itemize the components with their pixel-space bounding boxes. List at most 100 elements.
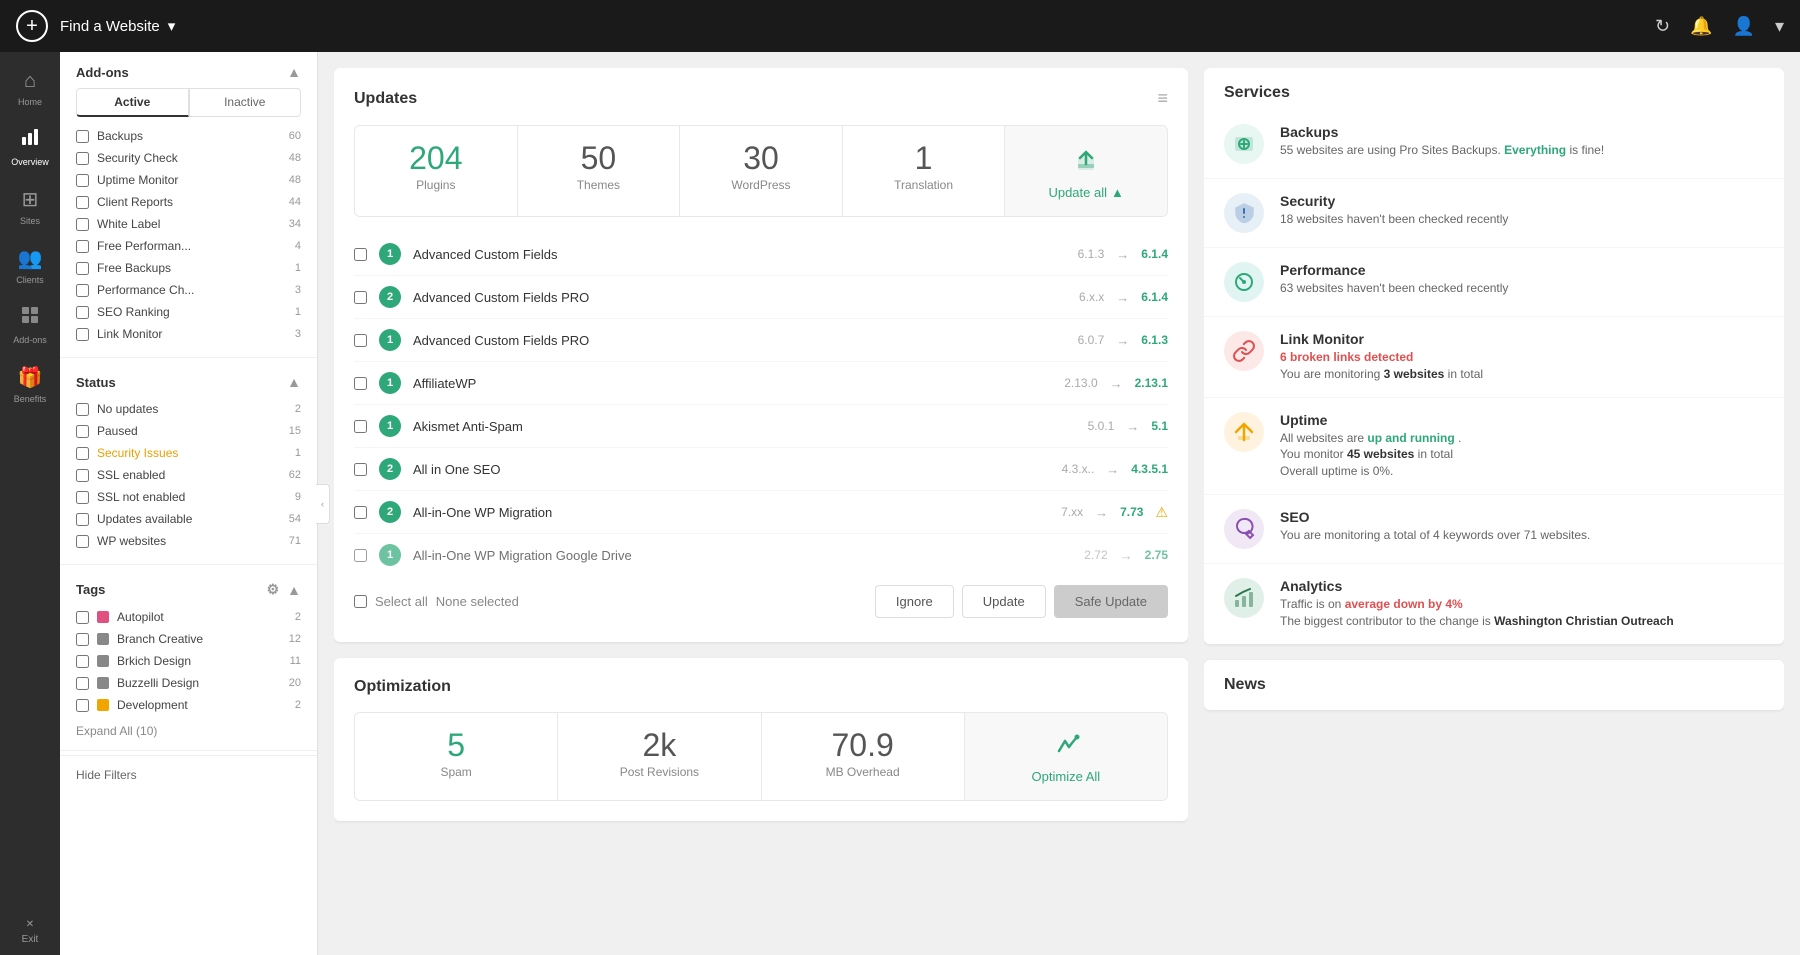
update-arrow-4: →	[1110, 376, 1123, 391]
updates-footer: Select all None selected Ignore Update S…	[354, 573, 1168, 622]
bell-icon[interactable]: 🔔	[1690, 16, 1712, 37]
sidebar-item-benefits[interactable]: 🎁 Benefits	[0, 355, 60, 414]
service-seo: SEO You are monitoring a total of 4 keyw…	[1204, 495, 1784, 564]
update-row-checkbox-6[interactable]	[354, 463, 367, 476]
hide-filters-button[interactable]: Hide Filters	[60, 755, 317, 794]
filter-tag-buzzelli-checkbox[interactable]	[76, 677, 89, 690]
clients-label: Clients	[16, 275, 44, 285]
optimize-all-button[interactable]: Optimize All	[1032, 769, 1101, 784]
stat-wordpress[interactable]: 30 WordPress	[680, 126, 843, 216]
update-row-checkbox-5[interactable]	[354, 420, 367, 433]
filter-security-issues-checkbox[interactable]	[76, 447, 89, 460]
update-row-checkbox-4[interactable]	[354, 377, 367, 390]
filter-updates-available-checkbox[interactable]	[76, 513, 89, 526]
update-row-checkbox-8[interactable]	[354, 549, 367, 562]
filter-tag-brkich: Brkich Design 11	[76, 650, 301, 672]
sidebar-item-clients[interactable]: 👥 Clients	[0, 236, 60, 295]
optimization-card: Optimization 5 Spam 2k Post Revisions 70…	[334, 658, 1188, 821]
service-link-monitor: Link Monitor 6 broken links detected You…	[1204, 317, 1784, 398]
sidebar-item-home[interactable]: ⌂ Home	[0, 60, 60, 117]
filter-link-monitor-checkbox[interactable]	[76, 328, 89, 341]
main-layout: ⌂ Home Overview ⊞ Sites 👥 Clients	[0, 52, 1800, 955]
filter-tag-branch-checkbox[interactable]	[76, 633, 89, 646]
filter-wp-websites-checkbox[interactable]	[76, 535, 89, 548]
update-row-checkbox-2[interactable]	[354, 291, 367, 304]
filter-tag-autopilot-checkbox[interactable]	[76, 611, 89, 624]
home-icon: ⌂	[24, 70, 36, 93]
active-tab[interactable]: Active	[76, 88, 189, 117]
select-all-label: Select all	[375, 594, 428, 609]
link-monitor-count: 3 websites	[1384, 367, 1445, 381]
sidebar-item-overview[interactable]: Overview	[0, 117, 60, 177]
filter-free-backups: Free Backups 1	[76, 257, 301, 279]
safe-update-button[interactable]: Safe Update	[1054, 585, 1168, 618]
filter-uptime-checkbox[interactable]	[76, 174, 89, 187]
status-collapse-icon[interactable]: ▲	[287, 374, 301, 390]
analytics-site: Washington Christian Outreach	[1494, 614, 1674, 628]
select-all-checkbox[interactable]	[354, 595, 367, 608]
stat-spam[interactable]: 5 Spam	[355, 713, 558, 800]
filter-perf-ch-label: Performance Ch...	[97, 283, 194, 297]
stat-plugins[interactable]: 204 Plugins	[355, 126, 518, 216]
updates-menu-icon[interactable]: ≡	[1157, 88, 1168, 109]
find-website-dropdown[interactable]: Find a Website ▾	[60, 17, 175, 35]
filter-free-perf-checkbox[interactable]	[76, 240, 89, 253]
exit-button[interactable]: ✕ Exit	[22, 909, 39, 955]
filter-tag-brkich-checkbox[interactable]	[76, 655, 89, 668]
stat-mb-overhead[interactable]: 70.9 MB Overhead	[762, 713, 965, 800]
table-row: 2 All-in-One WP Migration 7.xx → 7.73 ⚠	[354, 491, 1168, 534]
filter-ssl-enabled: SSL enabled 62	[76, 464, 301, 486]
addons-collapse-icon[interactable]: ▲	[287, 64, 301, 80]
filter-panel-toggle[interactable]: ‹	[316, 484, 330, 524]
filter-seo-ranking-checkbox[interactable]	[76, 306, 89, 319]
filter-backups-checkbox[interactable]	[76, 130, 89, 143]
none-selected-label: None selected	[436, 594, 519, 609]
sidebar-item-addons[interactable]: Add-ons	[0, 295, 60, 355]
updates-card-title: Updates	[354, 90, 417, 108]
add-button[interactable]: +	[16, 10, 48, 42]
tag-branch-dot	[97, 633, 109, 645]
filter-paused-checkbox[interactable]	[76, 425, 89, 438]
update-row-checkbox-3[interactable]	[354, 334, 367, 347]
update-all-button[interactable]: Update all ▲	[1048, 185, 1123, 200]
filter-ssl-not-enabled-checkbox[interactable]	[76, 491, 89, 504]
update-button[interactable]: Update	[962, 585, 1046, 618]
update-arrow-5: →	[1126, 419, 1139, 434]
stat-optimize-all[interactable]: Optimize All	[965, 713, 1167, 800]
filter-tag-branch-creative: Branch Creative 12	[76, 628, 301, 650]
filter-free-backups-checkbox[interactable]	[76, 262, 89, 275]
filter-paused-count: 15	[289, 425, 301, 437]
status-section-header: Status ▲	[76, 374, 301, 390]
filter-ssl-enabled-checkbox[interactable]	[76, 469, 89, 482]
sidebar-item-sites[interactable]: ⊞ Sites	[0, 177, 60, 236]
clients-icon: 👥	[18, 246, 43, 271]
ignore-button[interactable]: Ignore	[875, 585, 954, 618]
update-row-checkbox-7[interactable]	[354, 506, 367, 519]
update-row-checkbox-1[interactable]	[354, 248, 367, 261]
link-monitor-name: Link Monitor	[1280, 331, 1764, 347]
filter-tag-development-checkbox[interactable]	[76, 699, 89, 712]
benefits-label: Benefits	[14, 394, 47, 404]
tags-settings-icon[interactable]: ⚙	[267, 581, 280, 598]
user-icon[interactable]: 👤	[1733, 16, 1755, 37]
update-to-2: 6.1.4	[1141, 290, 1168, 304]
inactive-tab[interactable]: Inactive	[189, 88, 302, 117]
expand-all-link[interactable]: Expand All (10)	[76, 724, 301, 738]
stat-themes[interactable]: 50 Themes	[518, 126, 681, 216]
filter-white-label-checkbox[interactable]	[76, 218, 89, 231]
filter-security-checkbox[interactable]	[76, 152, 89, 165]
filter-perf-ch-checkbox[interactable]	[76, 284, 89, 297]
tags-section-title: Tags	[76, 582, 105, 597]
filter-free-perf-label: Free Performan...	[97, 239, 191, 253]
refresh-icon[interactable]: ↻	[1655, 16, 1670, 37]
filter-client-label: Client Reports	[97, 195, 173, 209]
hide-filters-label: Hide Filters	[76, 768, 137, 782]
stat-update-all[interactable]: Update all ▲	[1005, 126, 1167, 216]
services-title: Services	[1204, 68, 1784, 110]
filter-no-updates-checkbox[interactable]	[76, 403, 89, 416]
user-chevron-icon[interactable]: ▾	[1775, 16, 1784, 37]
stat-translation[interactable]: 1 Translation	[843, 126, 1006, 216]
stat-post-revisions[interactable]: 2k Post Revisions	[558, 713, 761, 800]
tags-collapse-icon[interactable]: ▲	[287, 582, 301, 598]
filter-client-checkbox[interactable]	[76, 196, 89, 209]
